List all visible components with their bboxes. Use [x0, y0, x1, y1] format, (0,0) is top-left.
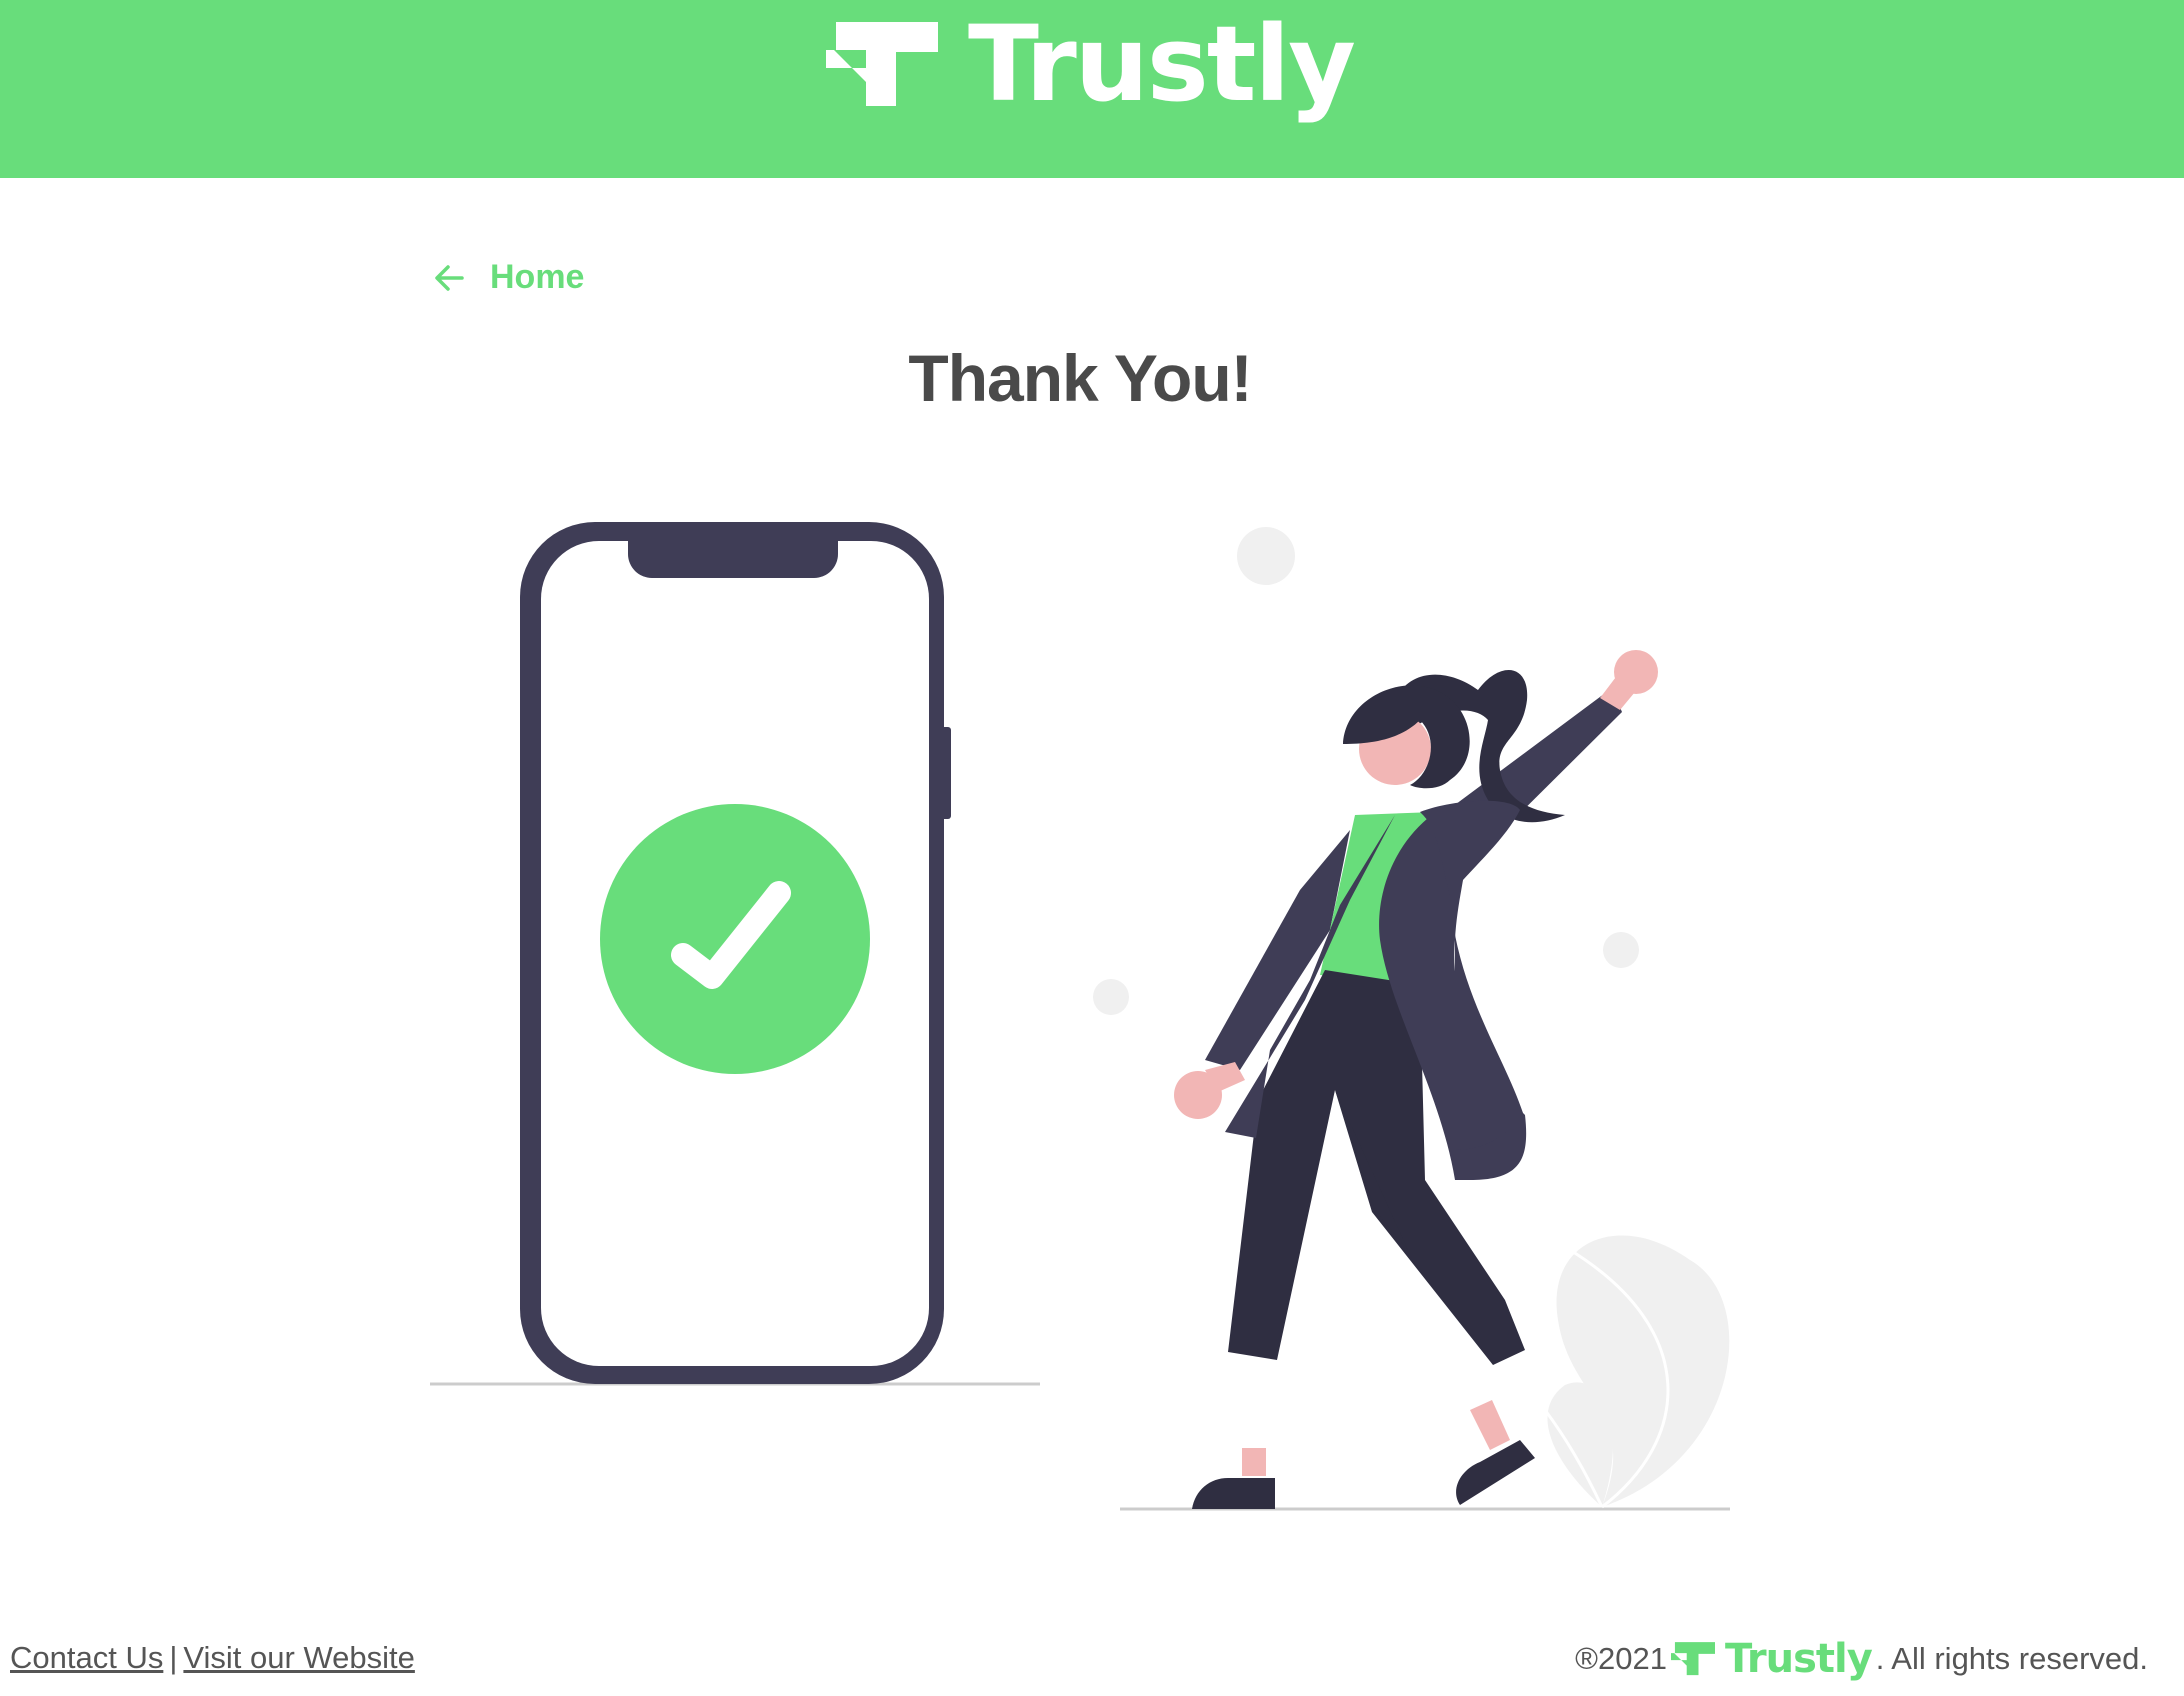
footer-copyright: ®2021 Trustly . All rights reserved. [1575, 1636, 2148, 1682]
contact-us-link[interactable]: Contact Us [10, 1640, 163, 1675]
arrow-left-icon [435, 264, 464, 291]
home-back-link[interactable]: Home [432, 258, 584, 297]
home-link-label: Home [490, 258, 585, 296]
footer-links: Contact Us | Visit our Website [10, 1640, 415, 1676]
person-illustration [1174, 650, 1658, 1509]
copyright-prefix: ®2021 [1575, 1641, 1667, 1676]
header-bar: Trustly [0, 0, 2184, 178]
trustly-logo-icon [826, 22, 938, 106]
page-title: Thank You! [908, 341, 1252, 415]
plant-illustration [1543, 1235, 1730, 1509]
copyright-rights-text: . All rights reserved. [1875, 1641, 2148, 1676]
trustly-logo-icon [1670, 1642, 1715, 1676]
brand-logo: Trustly [826, 3, 1356, 125]
visit-website-link[interactable]: Visit our Website [183, 1640, 414, 1675]
brand-wordmark: Trustly [968, 3, 1356, 125]
decor-circle-top [1237, 527, 1295, 585]
footer-separator: | [169, 1640, 178, 1675]
footer-logo: Trustly [1670, 1636, 1873, 1682]
phone-illustration [520, 522, 951, 1384]
checkmark-icon [671, 881, 791, 989]
decor-circle-right [1603, 932, 1639, 968]
success-illustration [430, 522, 1730, 1511]
footer-logo-wordmark: Trustly [1724, 1636, 1873, 1682]
success-badge [600, 804, 870, 1074]
decor-circle-left [1093, 979, 1129, 1015]
